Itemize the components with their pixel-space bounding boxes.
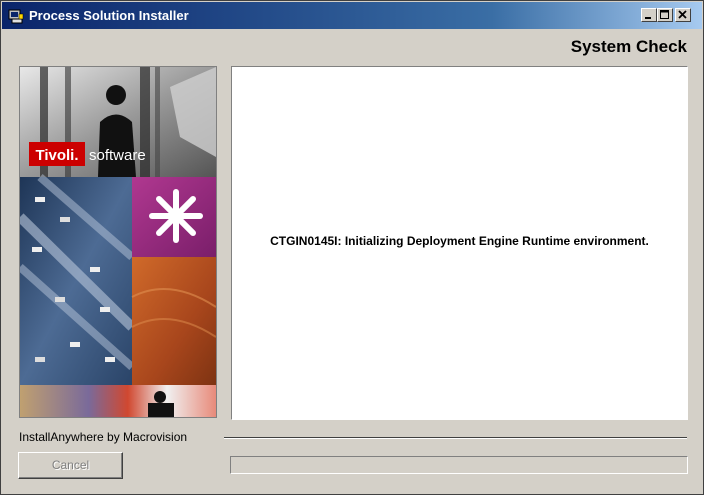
asterisk-icon [149, 189, 203, 243]
tivoli-branding-collage: Tivoli. software [20, 67, 216, 417]
close-icon [678, 10, 687, 19]
minimize-button[interactable] [641, 8, 657, 22]
status-message: CTGIN0145I: Initializing Deployment Engi… [270, 234, 649, 248]
vendor-label: InstallAnywhere by Macrovision [19, 430, 188, 444]
page-heading: System Check [570, 37, 687, 56]
installer-app-icon[interactable] [8, 8, 24, 24]
minimize-icon [645, 17, 651, 19]
installer-window: Process Solution Installer System Check [0, 0, 704, 495]
logo-white-text: software [89, 147, 146, 164]
close-button[interactable] [675, 8, 691, 22]
footer-divider [224, 437, 687, 439]
logo-red-text: Tivoli. [35, 147, 78, 164]
cancel-button[interactable]: Cancel [18, 452, 123, 479]
content-panel: CTGIN0145I: Initializing Deployment Engi… [231, 66, 688, 420]
progress-bar [230, 456, 688, 474]
branding-image: Tivoli. software [19, 66, 217, 418]
maximize-button[interactable] [657, 8, 673, 22]
title-bar[interactable]: Process Solution Installer [2, 2, 702, 29]
maximize-icon [660, 10, 669, 19]
cancel-button-label: Cancel [51, 458, 90, 472]
window-title: Process Solution Installer [29, 8, 189, 23]
